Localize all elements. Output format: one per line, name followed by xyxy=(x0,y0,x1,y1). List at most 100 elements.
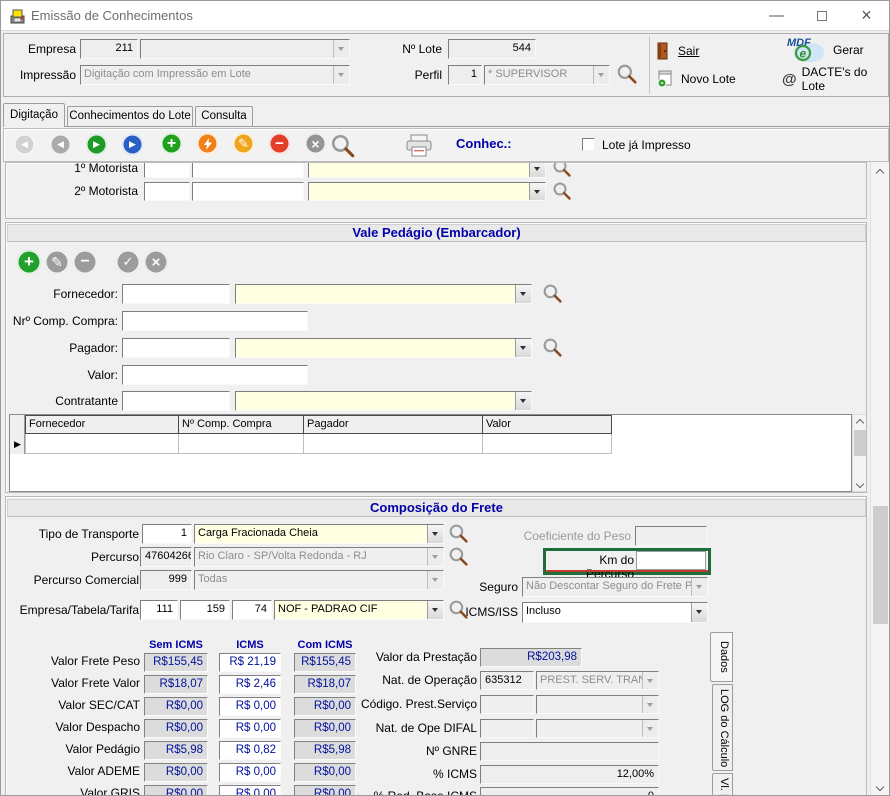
lightning-icon xyxy=(203,138,213,150)
vp-confirm-button[interactable]: ✓ xyxy=(116,250,140,274)
motorista2-search-icon[interactable] xyxy=(552,181,572,201)
scroll-down-icon[interactable] xyxy=(856,479,864,487)
scroll-up-icon[interactable] xyxy=(856,418,864,426)
close-button[interactable]: × xyxy=(844,1,889,30)
vp-delete-button[interactable]: − xyxy=(73,250,97,274)
side-tab-log-calculo[interactable]: LOG do Cálculo xyxy=(712,684,733,771)
pagador-code-field[interactable] xyxy=(122,338,230,358)
nat-ope-difal-code-field xyxy=(480,719,534,738)
percurso-label: Percurso xyxy=(6,547,139,567)
page-scroll-thumb[interactable] xyxy=(873,506,888,624)
minimize-button[interactable]: — xyxy=(754,1,799,30)
last-record-button[interactable]: ▶ xyxy=(122,134,143,155)
km-percurso-field[interactable] xyxy=(636,551,706,570)
perfil-search-icon[interactable] xyxy=(616,63,638,85)
edit-button[interactable]: ✎ xyxy=(233,133,254,154)
comp-compra-field[interactable] xyxy=(122,311,308,331)
motorista-panel: 1º Motorista 2º Motorista xyxy=(5,162,867,219)
vp-cell[interactable] xyxy=(303,434,483,454)
novo-lote-button[interactable]: Novo Lote xyxy=(656,67,786,91)
chevron-down-icon[interactable] xyxy=(515,392,531,410)
vp-col-pagador[interactable]: Pagador xyxy=(303,415,483,434)
scroll-down-icon[interactable] xyxy=(876,782,884,790)
chevron-down-icon[interactable] xyxy=(691,603,707,622)
tipo-transporte-code-field[interactable]: 1 xyxy=(142,524,192,544)
app-window: Emissão de Conhecimentos — × Empresa 211… xyxy=(0,0,890,796)
motorista2-doc-field[interactable] xyxy=(192,182,304,201)
nat-ope-difal-label: Nat. de Ope DIFAL xyxy=(336,718,477,738)
vp-col-valor[interactable]: Valor xyxy=(482,415,612,434)
contratante-code-field[interactable] xyxy=(122,391,230,411)
frete-valor-icms: R$ 2,46 xyxy=(219,675,281,694)
fornecedor-combo[interactable] xyxy=(235,284,532,304)
chevron-down-icon[interactable] xyxy=(529,162,545,177)
valor-field[interactable] xyxy=(122,365,308,385)
side-tab-dados[interactable]: Dados xyxy=(710,632,733,682)
chevron-down-icon[interactable] xyxy=(529,183,545,200)
printer-icon[interactable] xyxy=(404,133,434,159)
red-base-icms-field: 0 xyxy=(480,787,659,796)
tab-consulta[interactable]: Consulta xyxy=(195,106,253,126)
vp-col-comp-compra[interactable]: Nº Comp. Compra xyxy=(178,415,304,434)
vp-cell[interactable] xyxy=(482,434,612,454)
scroll-up-icon[interactable] xyxy=(876,168,884,176)
ett-combo[interactable]: NOF - PADRAO CIF xyxy=(274,600,444,620)
vp-add-button[interactable]: + xyxy=(17,250,41,274)
motorista2-combo[interactable] xyxy=(308,182,546,201)
record-pointer-icon: ▶ xyxy=(14,435,21,453)
search-icon[interactable] xyxy=(330,133,356,159)
chevron-down-icon[interactable] xyxy=(427,525,443,543)
motorista1-search-icon[interactable] xyxy=(552,162,572,178)
chevron-down-icon xyxy=(427,548,443,566)
gerar-button[interactable]: MDF e Gerar xyxy=(784,35,888,65)
dacte-button[interactable]: @ DACTE's do Lote xyxy=(782,67,890,91)
vp-col-fornecedor[interactable]: Fornecedor xyxy=(25,415,179,434)
delete-button[interactable]: − xyxy=(269,133,290,154)
page-scrollbar[interactable] xyxy=(870,162,889,796)
impressao-combo: Digitação com Impressão em Lote xyxy=(80,65,350,85)
pagador-search-icon[interactable] xyxy=(542,337,563,358)
sair-button[interactable]: Sair xyxy=(656,38,766,64)
nat-operacao-code-field: 635312 xyxy=(480,671,534,690)
fornecedor-code-field[interactable] xyxy=(122,284,230,304)
add-button[interactable]: + xyxy=(161,133,182,154)
mdfe-logo-icon: MDF e xyxy=(784,35,828,65)
vp-grid-scroll-thumb[interactable] xyxy=(854,430,866,456)
pagador-combo[interactable] xyxy=(235,338,532,358)
cancel-button[interactable]: × xyxy=(305,133,326,154)
vp-cell[interactable] xyxy=(178,434,304,454)
pencil-icon: ✎ xyxy=(51,254,63,271)
vp-edit-button[interactable]: ✎ xyxy=(45,250,69,274)
percurso-comercial-label: Percurso Comercial xyxy=(6,570,139,590)
gris-sem: R$0,00 xyxy=(144,785,208,796)
vp-cancel-button[interactable]: × xyxy=(144,250,168,274)
motorista1-doc-field[interactable] xyxy=(192,162,304,178)
vp-grid-scrollbar[interactable] xyxy=(852,414,867,492)
chevron-down-icon[interactable] xyxy=(515,285,531,303)
app-icon xyxy=(9,8,26,25)
icms-iss-combo[interactable]: Incluso xyxy=(522,602,708,623)
ett-tarifa-field[interactable]: 74 xyxy=(232,600,272,620)
contratante-combo[interactable] xyxy=(235,391,532,411)
percurso-search-icon[interactable] xyxy=(448,546,469,567)
ett-tabela-field[interactable]: 159 xyxy=(180,600,230,620)
ett-empresa-field[interactable]: 111 xyxy=(140,600,178,620)
tipo-transporte-combo[interactable]: Carga Fracionada Cheia xyxy=(194,524,444,544)
motorista1-code-field[interactable] xyxy=(144,162,190,178)
process-button[interactable] xyxy=(197,133,218,154)
icms-iss-label: ICMS/ISS xyxy=(436,602,518,622)
side-tab-vl[interactable]: Vl. I xyxy=(712,773,733,796)
maximize-button[interactable] xyxy=(799,1,844,30)
vp-cell[interactable] xyxy=(25,434,179,454)
motorista1-combo[interactable] xyxy=(308,162,546,178)
fornecedor-search-icon[interactable] xyxy=(542,283,563,304)
lote-impresso-checkbox[interactable] xyxy=(582,138,595,151)
motorista2-code-field[interactable] xyxy=(144,182,190,201)
tab-digitacao[interactable]: Digitação xyxy=(3,103,65,127)
tab-conhecimentos-do-lote[interactable]: Conhecimentos do Lote xyxy=(67,106,193,126)
percurso-comercial-code-field: 999 xyxy=(140,570,192,590)
header-panel: Empresa 211 Nº Lote 544 Impressão Digita… xyxy=(3,33,889,97)
chevron-down-icon[interactable] xyxy=(515,339,531,357)
next-record-button[interactable]: ▶ xyxy=(86,134,107,155)
prev-record-button[interactable]: ◀ xyxy=(50,134,71,155)
